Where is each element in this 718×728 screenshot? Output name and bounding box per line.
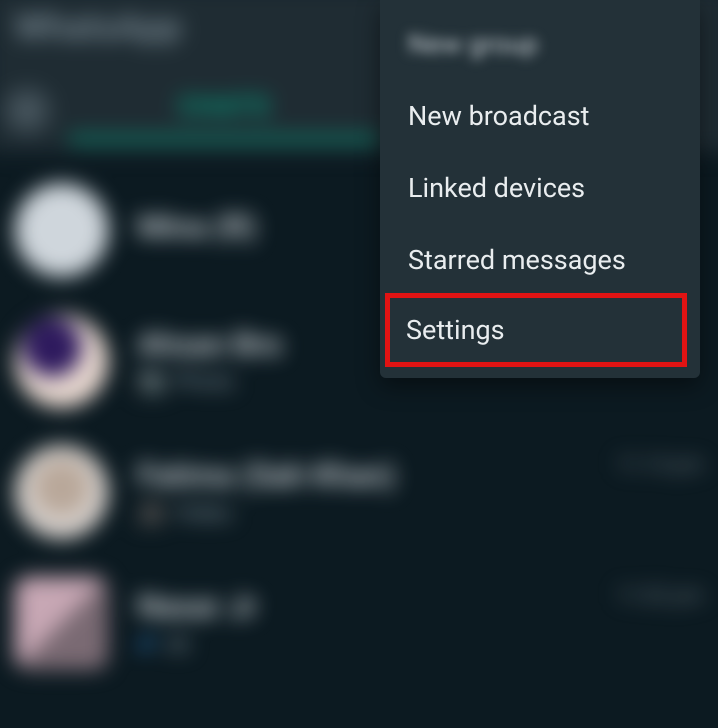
menu-item-new-group[interactable]: New group (380, 8, 700, 80)
read-tick-icon: ✔ (137, 632, 156, 658)
chat-item[interactable]: Fatima (Sah Khan) 🎥Video 11:14 pm (0, 427, 718, 558)
camera-icon[interactable] (6, 90, 48, 132)
menu-item-linked-devices[interactable]: Linked devices (380, 152, 700, 224)
avatar (15, 183, 109, 277)
chat-name: Fatima (Sah Khan) (137, 458, 587, 494)
avatar (15, 445, 109, 539)
photo-icon: 📷 (137, 369, 166, 395)
chat-texts: Fatima (Sah Khan) 🎥Video (137, 458, 587, 527)
avatar (15, 314, 109, 408)
app-title: WhatsApp (15, 7, 182, 49)
chat-texts: Nasar Jr ✔ok (137, 589, 587, 658)
chat-name: Nasar Jr (137, 589, 587, 625)
video-icon: 🎥 (137, 501, 166, 527)
menu-item-settings[interactable]: Settings (388, 296, 684, 364)
chat-time: 11:14 pm (616, 445, 703, 476)
tab-chats[interactable]: CHATS (69, 92, 380, 129)
chat-time: 11:02 pm (616, 576, 703, 607)
overflow-menu: New group New broadcast Linked devices S… (380, 0, 700, 378)
chat-sub: ✔ok (137, 632, 587, 658)
menu-item-new-broadcast[interactable]: New broadcast (380, 80, 700, 152)
avatar (15, 576, 109, 670)
menu-item-starred-messages[interactable]: Starred messages (380, 224, 700, 296)
chat-item[interactable]: Nasar Jr ✔ok 11:02 pm (0, 558, 718, 689)
chat-sub: 🎥Video (137, 501, 587, 527)
